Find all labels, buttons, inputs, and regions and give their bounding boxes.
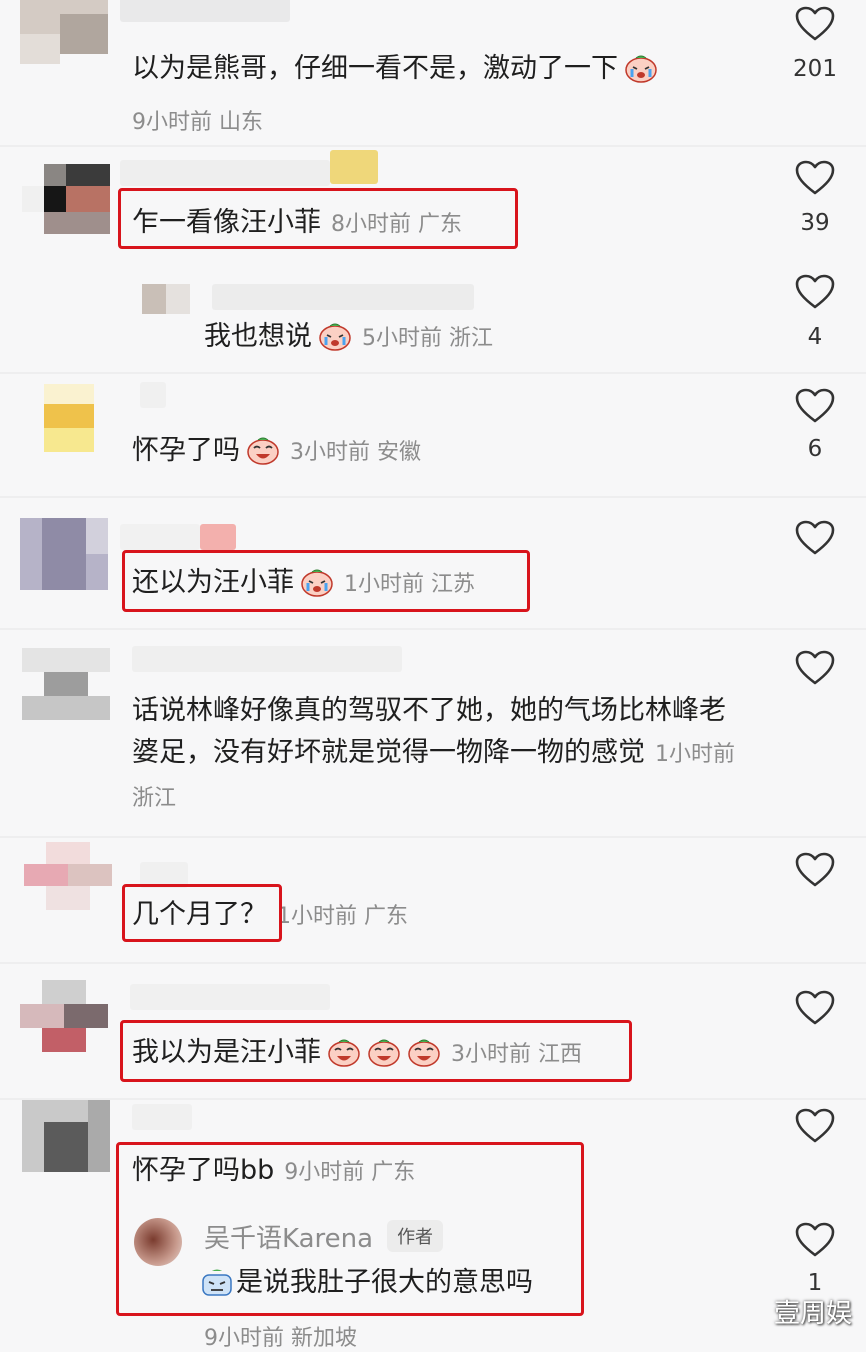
comment-body: 以为是熊哥，仔细一看不是，激动了一下 <box>132 53 618 84</box>
heart-icon[interactable] <box>795 990 835 1026</box>
comment-time: 5小时前 <box>362 326 442 351</box>
watermark: 壹周娱 <box>773 1299 852 1329</box>
comment-text: 话说林峰好像真的驾驭不了她，她的气场比林峰老婆足，没有好坏就是觉得一物降一物的感… <box>132 690 742 820</box>
comment-time: 9小时前 <box>132 110 212 135</box>
divider <box>0 372 866 374</box>
cry-face-icon <box>318 321 352 351</box>
cry-face-icon <box>624 53 658 83</box>
like-count: 4 <box>807 324 823 350</box>
username-blurred[interactable] <box>120 160 330 186</box>
comment-location: 山东 <box>219 110 264 135</box>
comment-location: 广东 <box>364 904 409 929</box>
avatar[interactable] <box>22 1100 110 1172</box>
username-blurred[interactable] <box>140 382 166 408</box>
comment-body: 怀孕了吗 <box>132 435 240 466</box>
comment-text: 以为是熊哥，仔细一看不是，激动了一下 <box>132 48 658 90</box>
highlight-box <box>122 884 282 942</box>
heart-icon[interactable] <box>795 6 835 42</box>
like-count: 201 <box>793 56 837 82</box>
reply-text: 我也想说 5小时前 浙江 <box>204 316 493 360</box>
comment-meta: 9小时前 山东 <box>132 104 263 136</box>
heart-icon[interactable] <box>795 388 835 424</box>
avatar[interactable] <box>20 0 108 66</box>
avatar[interactable] <box>22 164 110 236</box>
divider <box>0 836 866 838</box>
comment-body: 话说林峰好像真的驾驭不了她，她的气场比林峰老婆足，没有好坏就是觉得一物降一物的感… <box>132 695 726 768</box>
avatar[interactable] <box>22 648 110 720</box>
divider <box>0 628 866 630</box>
username-blurred[interactable] <box>330 150 378 184</box>
heart-icon[interactable] <box>795 160 835 196</box>
username-blurred[interactable] <box>130 984 330 1010</box>
highlight-box <box>122 550 530 612</box>
username-blurred[interactable] <box>132 646 402 672</box>
username-blurred[interactable] <box>212 284 474 310</box>
reply-avatar[interactable] <box>142 284 190 314</box>
heart-icon[interactable] <box>795 852 835 888</box>
comment-location: 安徽 <box>377 440 422 465</box>
heart-icon[interactable] <box>795 650 835 686</box>
comment-location: 浙江 <box>132 786 177 811</box>
highlight-box <box>120 1020 632 1082</box>
divider <box>0 1098 866 1100</box>
heart-icon[interactable] <box>795 520 835 556</box>
highlight-box <box>118 188 518 249</box>
divider <box>0 145 866 147</box>
username-blurred[interactable] <box>132 1104 192 1130</box>
highlight-box <box>116 1142 584 1316</box>
username-blurred[interactable] <box>120 524 200 550</box>
laugh-cry-face-icon <box>246 435 280 465</box>
avatar[interactable] <box>20 518 108 590</box>
avatar[interactable] <box>24 842 112 914</box>
divider <box>0 962 866 964</box>
heart-icon[interactable] <box>795 1108 835 1144</box>
username-blurred[interactable] <box>200 524 236 550</box>
avatar[interactable] <box>20 980 108 1052</box>
comment-body: 我也想说 <box>204 321 312 352</box>
heart-icon[interactable] <box>795 274 835 310</box>
comment-location: 浙江 <box>449 326 494 351</box>
heart-icon[interactable] <box>795 1222 835 1258</box>
comment-time: 9小时前 <box>204 1326 284 1351</box>
comment-meta: 9小时前 新加坡 <box>204 1320 357 1352</box>
like-count: 6 <box>807 436 823 462</box>
like-count: 39 <box>800 210 830 236</box>
comment-time: 3小时前 <box>290 440 370 465</box>
comment-time: 1小时前 <box>655 742 735 767</box>
comment-time: 1小时前 <box>277 904 357 929</box>
divider <box>0 496 866 498</box>
comment-location: 新加坡 <box>291 1326 358 1351</box>
username-blurred[interactable] <box>120 0 290 22</box>
comment-text: 怀孕了吗 3小时前 安徽 <box>132 430 421 474</box>
avatar[interactable] <box>44 384 94 454</box>
